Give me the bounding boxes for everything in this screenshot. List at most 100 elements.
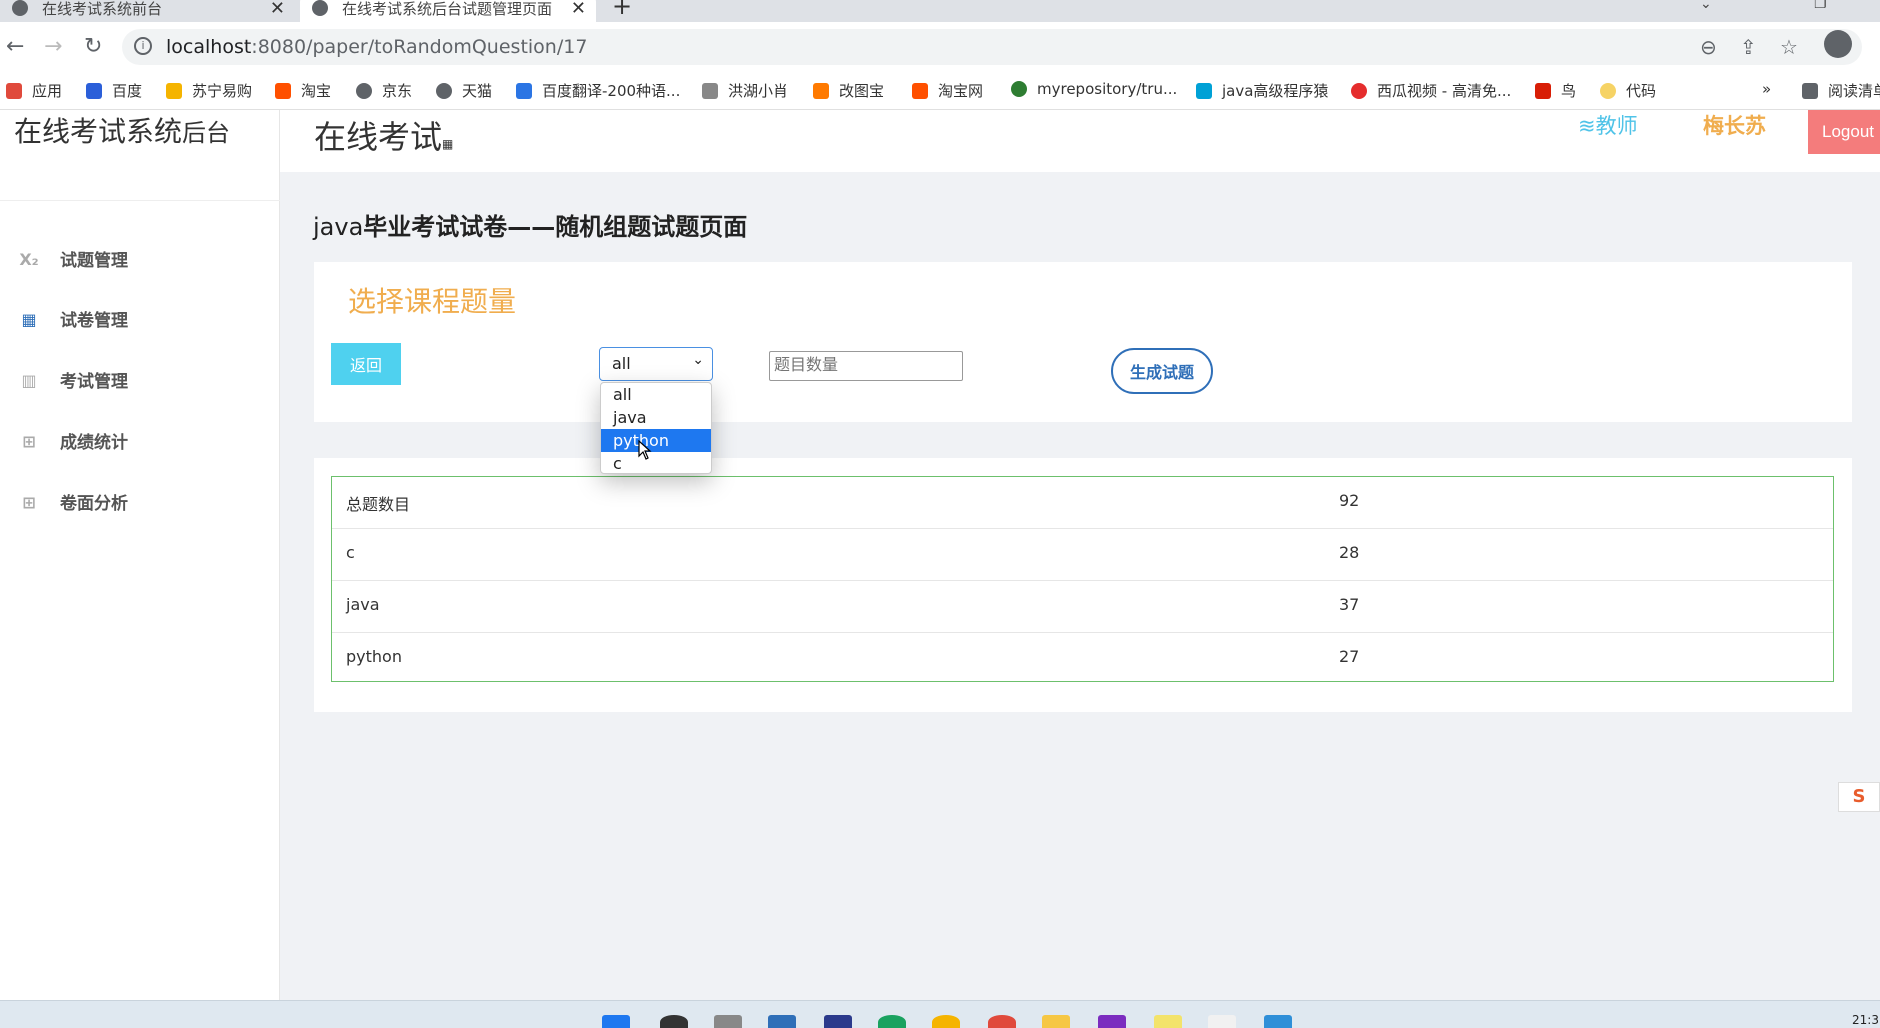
bookmark-apps[interactable]: 应用 (6, 80, 62, 101)
zoom-icon[interactable]: ⊖ (1700, 35, 1717, 59)
subscript-icon: X₂ (19, 249, 39, 269)
restore-window-icon[interactable]: ❐ (1814, 0, 1827, 12)
sidebar-item-question-manage[interactable]: X₂ 试题管理 (18, 246, 128, 272)
select-option-python[interactable]: python (601, 429, 711, 452)
reload-icon[interactable]: ↻ (84, 34, 102, 59)
chrome-icon[interactable] (932, 1015, 960, 1028)
tab-title: 在线考试系统前台 (42, 0, 163, 18)
sidebar-item-exam-manage[interactable]: ▥ 考试管理 (18, 367, 128, 393)
browser-tab-backend[interactable]: 在线考试系统后台试题管理页面 ✕ (300, 0, 596, 22)
search-icon[interactable] (660, 1015, 688, 1028)
address-bar-row: ← → ↻ i localhost:8080/paper/toRandomQue… (0, 22, 1880, 72)
bookmark-jd[interactable]: 京东 (356, 80, 412, 101)
sitemap-icon: ⊞ (22, 431, 36, 451)
app-icon[interactable] (824, 1015, 852, 1028)
bookmark-xigua[interactable]: 西瓜视频 - 高清免... (1351, 80, 1511, 101)
ide-icon[interactable] (1098, 1015, 1126, 1028)
question-count-input[interactable] (769, 351, 963, 381)
bookmarks-overflow[interactable]: » (1762, 80, 1771, 98)
forward-arrow-icon[interactable]: → (44, 34, 62, 59)
select-option-all[interactable]: all (601, 383, 711, 406)
bookmarks-bar: 应用 百度 苏宁易购 淘宝 京东 天猫 百度翻译-200种语... 洪湖小肖 改… (0, 72, 1880, 110)
course-select[interactable]: all ⌄ (599, 347, 713, 381)
url-omnibox[interactable]: i localhost:8080/paper/toRandomQuestion/… (122, 29, 1862, 65)
bookmark-honghu[interactable]: 洪湖小肖 (702, 80, 788, 101)
reading-list[interactable]: 阅读清单 (1802, 80, 1880, 101)
ime-badge-icon[interactable]: S (1838, 782, 1880, 812)
tab-title: 在线考试系统后台试题管理页面 (342, 0, 553, 18)
wifi-icon: ≋ (1578, 114, 1596, 138)
paw-icon (86, 82, 102, 99)
new-tab-icon[interactable]: + (612, 0, 632, 20)
back-arrow-icon[interactable]: ← (6, 34, 24, 59)
os-taskbar: 21:3 (0, 1000, 1880, 1028)
bird-icon (702, 82, 718, 99)
bookmark-bird[interactable]: 鸟 (1535, 80, 1576, 101)
bookmark-baidu-translate[interactable]: 百度翻译-200种语... (516, 80, 680, 101)
file-icon[interactable] (1208, 1015, 1236, 1028)
page-title: java毕业考试试卷——随机组题试题页面 (313, 213, 748, 241)
bookmark-taobao[interactable]: 淘宝 (275, 80, 331, 101)
task-view-icon[interactable] (714, 1015, 742, 1028)
edge-icon[interactable] (878, 1015, 906, 1028)
logout-button[interactable]: Logout (1808, 110, 1880, 154)
notes-icon[interactable] (1154, 1015, 1182, 1028)
table-row: c 28 (332, 529, 1833, 581)
bookmark-taobao-net[interactable]: 淘宝网 (912, 80, 983, 101)
globe-icon (436, 82, 452, 99)
close-tab-icon[interactable]: ✕ (571, 0, 586, 19)
sidebar-item-score-stats[interactable]: ⊞ 成绩统计 (18, 428, 128, 454)
bilibili-icon (1196, 82, 1212, 99)
question-stats-table: 总题数目 92 c 28 java 37 python 27 (331, 476, 1834, 682)
generate-questions-button[interactable]: 生成试题 (1111, 348, 1213, 394)
sidebar-item-paper-analysis[interactable]: ⊞ 卷面分析 (18, 489, 128, 515)
panel-title: 选择课程题量 (348, 285, 517, 318)
app-header: 在线考试▦ ≋教师 梅长苏 Logout (280, 110, 1880, 172)
sidebar-item-paper-manage[interactable]: ▦ 试卷管理 (18, 306, 128, 332)
tab-search-icon[interactable]: ⌄ (1700, 0, 1712, 12)
table-row: 总题数目 92 (332, 477, 1833, 529)
bookmark-java-coder[interactable]: java高级程序猿 (1196, 80, 1328, 101)
bird-icon (1535, 82, 1551, 99)
bookmark-code[interactable]: 代码 (1600, 80, 1656, 101)
select-option-java[interactable]: java (601, 406, 711, 429)
site-info-icon[interactable]: i (134, 37, 152, 55)
globe-icon (312, 0, 328, 16)
bookmark-gaitubao[interactable]: 改图宝 (813, 80, 884, 101)
store-icon[interactable] (1264, 1015, 1292, 1028)
bookmark-star-icon[interactable]: ☆ (1780, 35, 1798, 59)
globe-icon (12, 0, 28, 16)
globe-icon (356, 82, 372, 99)
translate-icon (516, 82, 532, 99)
select-option-c[interactable]: c (601, 452, 711, 475)
play-icon (1351, 82, 1367, 99)
apps-grid-icon (6, 82, 22, 99)
username: 梅长苏 (1703, 114, 1766, 138)
widgets-icon[interactable] (768, 1015, 796, 1028)
back-button[interactable]: 返回 (331, 343, 401, 385)
profile-avatar-icon[interactable] (1824, 30, 1852, 58)
table-row: java 37 (332, 581, 1833, 633)
bookmark-suning[interactable]: 苏宁易购 (166, 80, 252, 101)
bookmark-tmall[interactable]: 天猫 (436, 80, 492, 101)
course-count-panel: 选择课程题量 返回 all ⌄ 生成试题 (314, 262, 1852, 422)
bookmark-myrepository[interactable]: myrepository/tru... (1011, 80, 1177, 98)
chrome-active-icon[interactable] (988, 1015, 1016, 1028)
question-stats-panel: 总题数目 92 c 28 java 37 python 27 (314, 458, 1852, 712)
start-icon[interactable] (602, 1015, 630, 1028)
reading-list-icon (1802, 82, 1818, 99)
course-select-dropdown: all java python c (600, 382, 712, 474)
moon-icon (1600, 82, 1616, 99)
chevron-down-icon: ⌄ (692, 352, 704, 368)
browser-tab-bar: 在线考试系统前台 ✕ 在线考试系统后台试题管理页面 ✕ + ⌄ ❐ (0, 0, 1880, 22)
bookmark-baidu[interactable]: 百度 (86, 80, 142, 101)
folder-icon[interactable] (1042, 1015, 1070, 1028)
role-label: ≋教师 (1578, 114, 1638, 138)
taobao-icon (275, 82, 291, 99)
close-tab-icon[interactable]: ✕ (270, 0, 285, 19)
sidebar-divider (0, 200, 280, 201)
url-text[interactable]: localhost:8080/paper/toRandomQuestion/17 (166, 36, 587, 58)
share-icon[interactable]: ⇪ (1740, 35, 1757, 59)
browser-tab-frontend[interactable]: 在线考试系统前台 ✕ (0, 0, 295, 22)
app-title: 在线考试▦ (314, 118, 454, 156)
